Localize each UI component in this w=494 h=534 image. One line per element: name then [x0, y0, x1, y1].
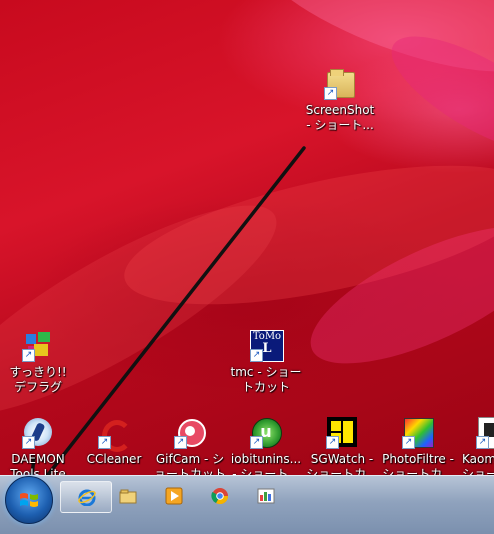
desktop-icon-daemon-tools[interactable]: ↗ DAEMON Tools Lite: [0, 417, 76, 475]
daemon-tools-icon: ↗: [22, 417, 54, 449]
taskbar-paint[interactable]: [240, 481, 290, 511]
annotation-arrow: [30, 146, 306, 475]
kaomoji-icon: ↗: [476, 417, 494, 449]
iobit-uninstaller-icon: u ↗: [250, 417, 282, 449]
taskbar: [0, 475, 494, 534]
desktop-icon-photofiltre[interactable]: ↗ PhotoFiltre - ショートカ...: [380, 417, 456, 475]
icon-label: GifCam - シ ョートカット: [153, 452, 226, 475]
icon-label: CCleaner: [86, 452, 142, 466]
folder-icon: ↗: [324, 68, 356, 100]
explorer-folder-icon: [119, 489, 137, 504]
desktop-icon-tmc[interactable]: ToMo L ↗ tmc - ショー トカット: [228, 330, 304, 395]
icon-label: PhotoFiltre - ショートカ...: [382, 452, 454, 475]
ccleaner-icon: ↗: [98, 417, 132, 452]
desktop-icon-defrag[interactable]: ↗ すっきり!! デフラグ: [0, 330, 76, 395]
start-button[interactable]: [5, 476, 53, 524]
icon-label: DAEMON Tools Lite: [10, 452, 66, 475]
taskbar-chrome[interactable]: [194, 481, 244, 511]
defrag-icon: ↗: [22, 330, 54, 362]
desktop-icon-gifcam[interactable]: ↗ GifCam - シ ョートカット: [152, 417, 228, 475]
desktop-icon-ccleaner[interactable]: ↗ CCleaner: [76, 417, 152, 467]
photofiltre-icon: ↗: [402, 417, 434, 449]
desktop-icon-screenshot[interactable]: ↗ ScreenShot - ショート...: [302, 68, 378, 133]
desktop-icon-iobit-uninstaller[interactable]: u ↗ iobitunins... - ショート...: [228, 417, 304, 475]
internet-explorer-icon: [78, 489, 96, 506]
chrome-icon: [211, 488, 229, 505]
icon-label: SGWatch - ショートカ...: [306, 452, 378, 475]
paint-icon: [257, 488, 275, 504]
taskbar-explorer[interactable]: [102, 481, 152, 511]
media-player-icon: [165, 487, 183, 505]
icon-label: tmc - ショー トカット: [230, 365, 302, 394]
gifcam-icon: ↗: [174, 417, 206, 449]
icon-label: Kaom ショー: [462, 452, 494, 475]
desktop[interactable]: ↗ ScreenShot - ショート... ↗ すっきり!! デフラグ ToM…: [0, 0, 494, 475]
sgwatch-icon: ↗: [326, 417, 358, 449]
windows-logo-icon: [20, 493, 38, 507]
icon-label: iobitunins... - ショート...: [230, 452, 302, 475]
icon-label: すっきり!! デフラグ: [9, 365, 67, 394]
desktop-icon-kaomoji[interactable]: ↗ Kaom ショー: [456, 417, 494, 475]
icon-label: ScreenShot - ショート...: [305, 103, 375, 132]
tomo-icon: ToMo L ↗: [250, 330, 284, 362]
taskbar-media-player[interactable]: [148, 481, 198, 511]
desktop-icon-sgwatch[interactable]: ↗ SGWatch - ショートカ...: [304, 417, 380, 475]
